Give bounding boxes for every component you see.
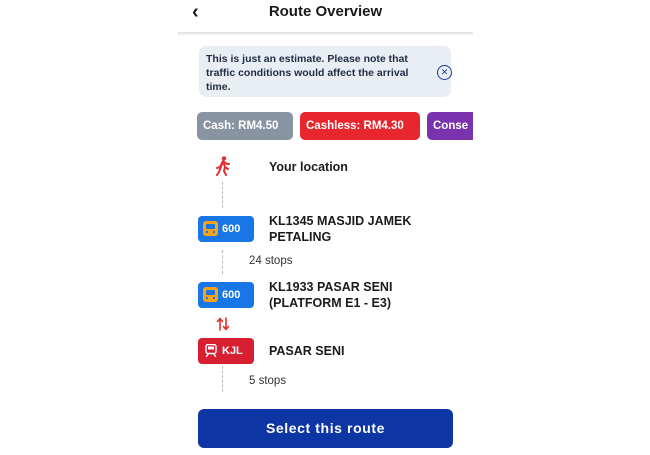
stop-name: KL1345 MASJID JAMEK PETALING [269,214,412,244]
line-number: KJL [222,345,243,357]
estimate-notice: This is just an estimate. Please note th… [199,46,452,97]
fare-chip-cashless[interactable]: Cashless: RM4.30 [300,112,420,140]
rail-line-badge: KJL [198,338,254,364]
stop-count: 24 stops [249,255,293,267]
timeline-connector [222,182,223,208]
stop-count: 5 stops [249,375,287,387]
notice-text: This is just an estimate. Please note th… [206,53,409,93]
fare-chip-concession[interactable]: Conse [427,112,473,140]
header: ‹ Route Overview [178,0,473,32]
bus-line-badge: 600 [198,216,254,242]
fare-chips: Cash: RM4.50 Cashless: RM4.30 Conse [197,112,473,140]
transfer-arrows-icon [216,317,230,331]
walking-icon [216,156,230,176]
bus-line-badge: 600 [198,282,254,308]
stop-name: KL1933 PASAR SENI (PLATFORM E1 - E3) [269,280,393,310]
page-title: Route Overview [268,3,383,20]
bus-icon [203,221,218,236]
line-number: 600 [222,289,241,301]
train-icon [205,344,217,357]
header-divider [178,32,473,36]
line-number: 600 [222,223,241,235]
select-route-button[interactable]: Select this route [198,409,453,448]
timeline-connector [222,366,223,392]
stop-name: PASAR SENI [269,344,345,358]
origin-label: Your location [269,160,348,174]
timeline-connector [222,250,223,274]
close-circle-icon[interactable]: ✕ [437,65,452,80]
fare-chip-cash[interactable]: Cash: RM4.50 [197,112,293,140]
route-overview-screen: ‹ Route Overview This is just an estimat… [178,0,473,455]
bus-icon [203,287,218,302]
